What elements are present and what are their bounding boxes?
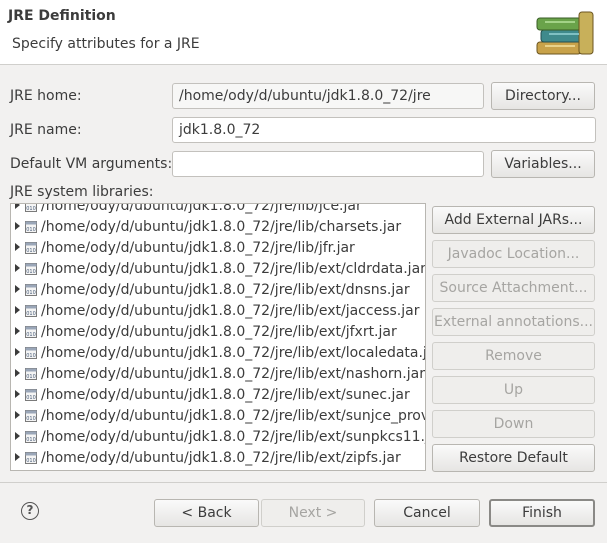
jre-home-field[interactable]: /home/ody/d/ubuntu/jdk1.8.0_72/jre [172, 83, 484, 109]
expand-arrow-icon[interactable] [15, 432, 20, 440]
vm-args-label: Default VM arguments: [10, 156, 173, 172]
jar-icon: 010 [25, 452, 37, 464]
vm-args-field[interactable] [172, 151, 484, 177]
library-row[interactable]: 010/home/ody/d/ubuntu/jdk1.8.0_72/jre/li… [11, 343, 425, 364]
library-row[interactable]: 010/home/ody/d/ubuntu/jdk1.8.0_72/jre/li… [11, 238, 425, 259]
add-external-jars-button[interactable]: Add External JARs... [432, 206, 595, 234]
expand-arrow-icon[interactable] [15, 411, 20, 419]
svg-text:010: 010 [26, 416, 36, 422]
expand-arrow-icon[interactable] [15, 285, 20, 293]
library-path: /home/ody/d/ubuntu/jdk1.8.0_72/jre/lib/j… [41, 240, 355, 256]
finish-button[interactable]: Finish [489, 499, 595, 527]
svg-text:010: 010 [26, 353, 36, 359]
variables-button[interactable]: Variables... [491, 150, 595, 178]
library-row[interactable]: 010/home/ody/d/ubuntu/jdk1.8.0_72/jre/li… [11, 385, 425, 406]
help-icon[interactable]: ? [21, 502, 39, 520]
jar-icon: 010 [25, 326, 37, 338]
jar-icon: 010 [25, 347, 37, 359]
expand-arrow-icon[interactable] [15, 390, 20, 398]
external-annotations-button[interactable]: External annotations... [432, 308, 595, 336]
library-row[interactable]: 010/home/ody/d/ubuntu/jdk1.8.0_72/jre/li… [11, 322, 425, 343]
svg-text:010: 010 [26, 458, 36, 464]
expand-arrow-icon[interactable] [15, 369, 20, 377]
library-row[interactable]: 010/home/ody/d/ubuntu/jdk1.8.0_72/jre/li… [11, 203, 425, 217]
library-row[interactable]: 010/home/ody/d/ubuntu/jdk1.8.0_72/jre/li… [11, 301, 425, 322]
library-path: /home/ody/d/ubuntu/jdk1.8.0_72/jre/lib/e… [41, 282, 410, 298]
libraries-tree[interactable]: 010/home/ody/d/ubuntu/jdk1.8.0_72/jre/li… [10, 203, 426, 471]
library-path: /home/ody/d/ubuntu/jdk1.8.0_72/jre/lib/e… [41, 450, 401, 466]
svg-text:010: 010 [26, 248, 36, 254]
page-title: JRE Definition [8, 8, 116, 24]
jar-icon: 010 [25, 305, 37, 317]
jar-icon: 010 [25, 221, 37, 233]
books-icon [536, 11, 594, 55]
library-path: /home/ody/d/ubuntu/jdk1.8.0_72/jre/lib/e… [41, 387, 410, 403]
library-path: /home/ody/d/ubuntu/jdk1.8.0_72/jre/lib/e… [41, 324, 397, 340]
library-path: /home/ody/d/ubuntu/jdk1.8.0_72/jre/lib/e… [41, 429, 426, 445]
library-row[interactable]: 010/home/ody/d/ubuntu/jdk1.8.0_72/jre/li… [11, 280, 425, 301]
jar-icon: 010 [25, 204, 37, 212]
footer-separator [0, 482, 607, 483]
restore-default-button[interactable]: Restore Default [432, 444, 595, 472]
page-subtitle: Specify attributes for a JRE [12, 36, 200, 52]
expand-arrow-icon[interactable] [15, 243, 20, 251]
remove-button[interactable]: Remove [432, 342, 595, 370]
jre-name-field[interactable]: jdk1.8.0_72 [172, 117, 596, 143]
jar-icon: 010 [25, 431, 37, 443]
library-path: /home/ody/d/ubuntu/jdk1.8.0_72/jre/lib/e… [41, 303, 420, 319]
up-button[interactable]: Up [432, 376, 595, 404]
jre-home-label: JRE home: [10, 88, 82, 104]
directory-button[interactable]: Directory... [491, 82, 595, 110]
svg-text:010: 010 [26, 206, 36, 212]
library-row[interactable]: 010/home/ody/d/ubuntu/jdk1.8.0_72/jre/li… [11, 406, 425, 427]
expand-arrow-icon[interactable] [15, 453, 20, 461]
source-attachment-button[interactable]: Source Attachment... [432, 274, 595, 302]
library-path: /home/ody/d/ubuntu/jdk1.8.0_72/jre/lib/j… [41, 203, 362, 214]
next-button[interactable]: Next > [261, 499, 365, 527]
svg-text:010: 010 [26, 332, 36, 338]
jre-name-label: JRE name: [10, 122, 82, 138]
svg-text:010: 010 [26, 374, 36, 380]
svg-text:010: 010 [26, 269, 36, 275]
svg-text:010: 010 [26, 227, 36, 233]
libraries-label: JRE system libraries: [10, 184, 154, 200]
expand-arrow-icon[interactable] [15, 222, 20, 230]
library-row[interactable]: 010/home/ody/d/ubuntu/jdk1.8.0_72/jre/li… [11, 448, 425, 469]
cancel-button[interactable]: Cancel [374, 499, 480, 527]
library-row[interactable]: 010/home/ody/d/ubuntu/jdk1.8.0_72/jre/li… [11, 364, 425, 385]
expand-arrow-icon[interactable] [15, 264, 20, 272]
expand-arrow-icon[interactable] [15, 204, 20, 209]
library-row[interactable]: 010/home/ody/d/ubuntu/jdk1.8.0_72/jre/li… [11, 427, 425, 448]
back-button[interactable]: < Back [154, 499, 259, 527]
library-path: /home/ody/d/ubuntu/jdk1.8.0_72/jre/lib/e… [41, 261, 426, 277]
jar-icon: 010 [25, 389, 37, 401]
expand-arrow-icon[interactable] [15, 306, 20, 314]
expand-arrow-icon[interactable] [15, 327, 20, 335]
svg-text:010: 010 [26, 437, 36, 443]
javadoc-location-button[interactable]: Javadoc Location... [432, 240, 595, 268]
jar-icon: 010 [25, 284, 37, 296]
svg-text:010: 010 [26, 290, 36, 296]
jar-icon: 010 [25, 263, 37, 275]
library-row[interactable]: 010/home/ody/d/ubuntu/jdk1.8.0_72/jre/li… [11, 217, 425, 238]
down-button[interactable]: Down [432, 410, 595, 438]
library-path: /home/ody/d/ubuntu/jdk1.8.0_72/jre/lib/e… [41, 408, 426, 424]
svg-text:010: 010 [26, 395, 36, 401]
jar-icon: 010 [25, 410, 37, 422]
jar-icon: 010 [25, 242, 37, 254]
library-row[interactable]: 010/home/ody/d/ubuntu/jdk1.8.0_72/jre/li… [11, 259, 425, 280]
expand-arrow-icon[interactable] [15, 348, 20, 356]
svg-text:010: 010 [26, 311, 36, 317]
library-path: /home/ody/d/ubuntu/jdk1.8.0_72/jre/lib/c… [41, 219, 402, 235]
library-path: /home/ody/d/ubuntu/jdk1.8.0_72/jre/lib/e… [41, 345, 426, 361]
jar-icon: 010 [25, 368, 37, 380]
library-path: /home/ody/d/ubuntu/jdk1.8.0_72/jre/lib/e… [41, 366, 425, 382]
dialog-header: JRE Definition Specify attributes for a … [0, 0, 607, 65]
